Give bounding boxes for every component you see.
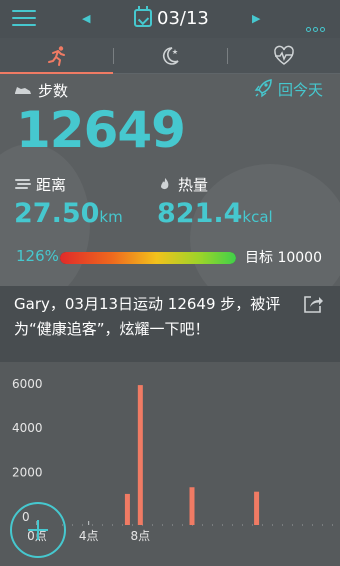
calendar-check-icon[interactable] [134,6,152,27]
calories-unit: kcal [242,208,273,226]
share-icon[interactable] [302,293,324,315]
triangle-left-icon[interactable]: ◀ [82,12,90,25]
running-icon [48,46,65,66]
shoe-icon [15,87,31,94]
app-screen: ◀ 03/13 ▶ 步数 回今天 12649 距离 27.50km 热量 821… [0,0,340,566]
progress-bar-fill [60,252,236,264]
calories-number: 821.4 [157,198,243,229]
heart-pulse-icon [274,45,294,65]
triangle-right-icon[interactable]: ▶ [252,12,260,25]
steps-label: 步数 [38,82,69,100]
tab-bar [0,38,340,75]
goal-label: 目标 10000 [245,250,322,266]
add-button[interactable] [10,502,66,558]
share-message: Gary，03月13日运动 12649 步，被评为“健康追客”，炫耀一下吧！ [14,295,281,338]
more-dots-icon[interactable] [306,17,330,32]
x-tick-label: 4点 [79,529,99,543]
flame-icon [161,178,169,190]
date-label[interactable]: 03/13 [157,8,209,29]
top-bar: ◀ 03/13 ▶ [0,0,340,38]
y-tick-label: 2000 [12,466,43,480]
steps-value: 12649 [16,101,186,159]
summary-panel: 步数 回今天 12649 距离 27.50km 热量 821.4kcal 126… [0,74,340,314]
tab-sleep[interactable] [113,38,226,74]
chart-bar [254,491,260,525]
x-tick-label: 8点 [131,529,151,543]
back-to-today-label: 回今天 [278,81,324,99]
chart-bar [189,487,195,525]
chart-bar [137,385,143,525]
calories-label: 热量 [178,176,209,194]
share-panel: Gary，03月13日运动 12649 步，被评为“健康追客”，炫耀一下吧！ [0,286,340,362]
calories-value: 821.4kcal [157,198,273,233]
rocket-icon [254,79,272,98]
distance-label: 距离 [36,176,67,194]
goal-progress: 126% 目标 10000 [0,246,340,272]
hamburger-icon[interactable] [12,10,36,28]
hourly-steps-chart: 2000 4000 6000 0 0点 4点 8点 [0,362,340,566]
progress-percent: 126% [16,247,59,265]
moon-star-icon [163,47,179,65]
y-tick-label: 6000 [12,377,43,391]
distance-icon [15,179,31,189]
tab-activity[interactable] [0,38,113,75]
distance-number: 27.50 [14,198,100,229]
tab-heart-rate[interactable] [227,38,340,74]
y-tick-label: 4000 [12,421,43,435]
distance-value: 27.50km [14,198,123,233]
progress-bar [60,252,236,264]
distance-unit: km [99,208,123,226]
back-to-today-button[interactable]: 回今天 [254,78,330,100]
chart-bar [124,493,130,525]
